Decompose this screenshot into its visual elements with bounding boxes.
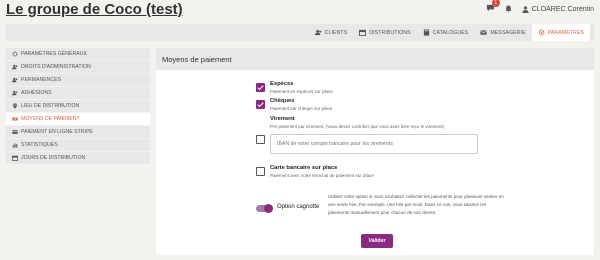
panel-title: Moyens de paiement	[156, 48, 594, 70]
user-menu[interactable]: CLOAREC Corentin	[522, 6, 594, 13]
notifications-button[interactable]: 1	[486, 0, 500, 14]
sidebar-item-general-settings[interactable]: PARAMÈTRES GÉNÉRAUX	[6, 48, 150, 61]
tab-label: CLIENTS	[324, 29, 348, 36]
cheque-title: Chèques	[270, 98, 295, 104]
card-text: Carte bancaire sur place Paiement avec v…	[270, 165, 374, 178]
tab-label: MESSAGERIE	[490, 29, 526, 36]
tab-label: PARAMÈTRES	[547, 29, 584, 36]
users-icon	[314, 29, 321, 36]
tab-messagerie[interactable]: MESSAGERIE	[474, 24, 531, 41]
cagnotte-toggle[interactable]	[256, 204, 273, 213]
tab-label: DISTRIBUTIONS	[369, 29, 411, 36]
tab-distributions[interactable]: DISTRIBUTIONS	[353, 24, 416, 41]
sidebar-item-label: PERMANENCES	[21, 77, 62, 83]
transfer-checkbox[interactable]	[256, 135, 265, 144]
sidebar-item-label: MOYENS DE PAIEMENT	[21, 116, 80, 122]
cash-checkbox[interactable]	[256, 83, 265, 92]
cagnotte-label: Option cagnotte	[277, 204, 320, 210]
users-icon	[12, 64, 18, 70]
sidebar-item-stripe-payment[interactable]: PAIEMENT EN LIGNE STRIPE	[6, 126, 150, 139]
sidebar-item-label: JOURS DE DISTRIBUTION	[21, 155, 86, 161]
tab-parametres[interactable]: PARAMÈTRES	[531, 24, 590, 41]
user-name: CLOAREC Corentin	[531, 5, 594, 13]
card-checkbox[interactable]	[256, 167, 265, 176]
sidebar-item-label: PARAMÈTRES GÉNÉRAUX	[21, 51, 87, 57]
chart-icon	[12, 143, 18, 148]
users-icon	[12, 90, 18, 96]
transfer-text: Virement Pré-paiement par virement. (Vou…	[270, 116, 444, 129]
calendar-icon	[12, 155, 18, 161]
book-icon	[423, 29, 429, 36]
top-right-area: 1 CLOAREC Corentin	[486, 0, 594, 14]
settings-sidebar: PARAMÈTRES GÉNÉRAUX DROITS D'ADMINISTRAT…	[6, 48, 150, 165]
sidebar-item-label: ADHÉSIONS	[21, 90, 52, 96]
card-title: Carte bancaire sur place	[270, 165, 338, 171]
envelope-icon	[480, 30, 488, 35]
main-nav: CLIENTS DISTRIBUTIONS CATALOGUES MESSAGE…	[6, 24, 594, 41]
tab-label: CATALOGUES	[432, 29, 469, 36]
card-icon	[12, 130, 18, 134]
transfer-title: Virement	[270, 116, 295, 122]
cheque-help: Paiement par chèque sur place	[270, 106, 333, 111]
notification-badge: 1	[491, 0, 500, 7]
cash-help: Paiement en espèces sur place	[270, 89, 333, 94]
cagnotte-description: Utilisez cette option si vous souhaitez …	[328, 194, 504, 215]
payment-methods-panel: Moyens de paiement Espèces Paiement en e…	[156, 48, 594, 255]
map-pin-icon	[13, 103, 17, 109]
cash-text: Espèces Paiement en espèces sur place	[270, 81, 333, 94]
top-bar: Le groupe de Coco (test) 1 CLOAREC Coren…	[0, 0, 600, 22]
site-title[interactable]: Le groupe de Coco (test)	[6, 1, 183, 18]
sidebar-item-label: STATISTIQUES	[21, 142, 58, 148]
money-icon	[12, 117, 18, 121]
sidebar-item-label: LIEU DE DISTRIBUTION	[21, 103, 80, 109]
card-help: Paiement avec votre terminal de paiement…	[270, 173, 374, 178]
sidebar-item-statistics[interactable]: STATISTIQUES	[6, 139, 150, 152]
iban-input[interactable]	[270, 134, 478, 154]
sidebar-item-label: DROITS D'ADMINISTRATION	[21, 64, 91, 70]
cash-title: Espèces	[270, 81, 294, 87]
gear-icon	[12, 51, 18, 57]
cheque-text: Chèques Paiement par chèque sur place	[270, 98, 332, 111]
bell-icon[interactable]	[505, 5, 512, 13]
user-icon	[522, 5, 529, 13]
cheque-checkbox[interactable]	[256, 100, 265, 109]
submit-button[interactable]: Valider	[361, 234, 393, 248]
transfer-help: Pré-paiement par virement. (Vous devez c…	[270, 124, 445, 129]
tab-catalogues[interactable]: CATALOGUES	[417, 24, 475, 41]
sidebar-item-distribution-days[interactable]: JOURS DE DISTRIBUTION	[6, 152, 150, 165]
gear-icon	[538, 29, 545, 36]
sidebar-item-admin-rights[interactable]: DROITS D'ADMINISTRATION	[6, 61, 150, 74]
sidebar-item-distribution-place[interactable]: LIEU DE DISTRIBUTION	[6, 100, 150, 113]
tab-clients[interactable]: CLIENTS	[309, 24, 354, 41]
users-icon	[12, 77, 18, 83]
sidebar-item-permanences[interactable]: PERMANENCES	[6, 74, 150, 87]
sidebar-item-adhesions[interactable]: ADHÉSIONS	[6, 87, 150, 100]
sidebar-item-payment-methods[interactable]: MOYENS DE PAIEMENT	[6, 113, 150, 126]
calendar-icon	[359, 29, 367, 36]
sidebar-item-label: PAIEMENT EN LIGNE STRIPE	[21, 129, 93, 135]
